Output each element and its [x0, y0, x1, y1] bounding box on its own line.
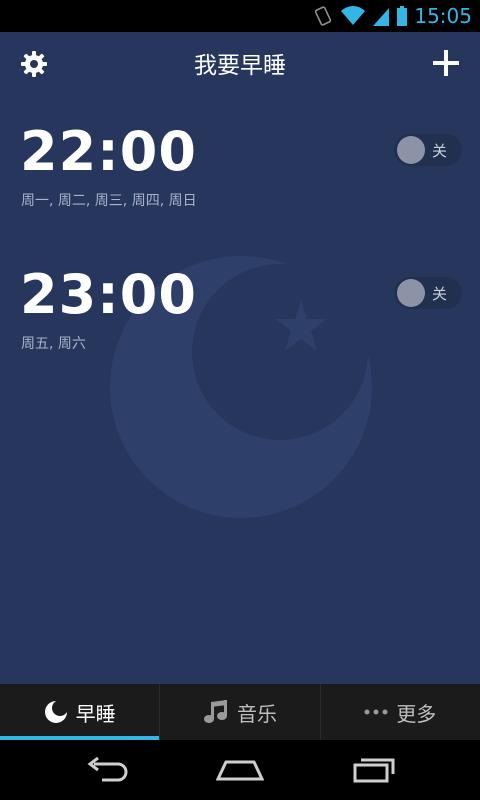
toggle-label: 关	[432, 142, 448, 160]
alarm-item[interactable]: 22:00 周一, 周二, 周三, 周四, 周日 关	[0, 120, 480, 230]
signal-icon	[372, 5, 390, 27]
tab-label: 音乐	[236, 701, 277, 726]
tab-label: 早睡	[75, 701, 116, 726]
toggle-label: 关	[432, 285, 448, 303]
bottom-tab-bar: 早睡 音乐 更多	[0, 684, 480, 740]
gear-icon[interactable]	[20, 50, 48, 78]
alarm-time: 22:00	[20, 120, 197, 183]
battery-icon	[396, 5, 408, 27]
tab-more[interactable]: 更多	[321, 684, 480, 740]
page-title: 我要早睡	[194, 53, 286, 79]
alarm-toggle[interactable]: 关	[394, 277, 462, 309]
back-icon[interactable]	[84, 757, 128, 783]
moon-icon	[44, 700, 68, 724]
status-bar: 15:05	[0, 0, 480, 32]
alarm-toggle[interactable]: 关	[394, 134, 462, 166]
alarm-days: 周五, 周六	[21, 336, 86, 352]
home-icon[interactable]	[216, 758, 264, 782]
alarm-item[interactable]: 23:00 周五, 周六 关	[0, 263, 480, 373]
tab-sleep[interactable]: 早睡	[0, 684, 161, 740]
music-note-icon	[203, 699, 229, 725]
more-dots-icon	[364, 708, 388, 716]
app-header: 我要早睡	[0, 32, 480, 94]
app-screen: 我要早睡 22:00 周一, 周二, 周三, 周四, 周日 关 23:00 周五…	[0, 32, 480, 684]
alarm-time: 23:00	[20, 263, 197, 326]
toggle-knob	[397, 279, 425, 307]
system-nav-bar	[0, 740, 480, 800]
tab-label: 更多	[396, 701, 437, 726]
plus-icon[interactable]	[432, 49, 460, 77]
status-time: 15:05	[414, 4, 472, 28]
recent-apps-icon[interactable]	[352, 757, 396, 783]
vibrate-icon	[312, 5, 334, 27]
alarm-days: 周一, 周二, 周三, 周四, 周日	[21, 193, 197, 209]
wifi-icon	[340, 5, 366, 27]
tab-music[interactable]: 音乐	[160, 684, 321, 740]
toggle-knob	[397, 136, 425, 164]
